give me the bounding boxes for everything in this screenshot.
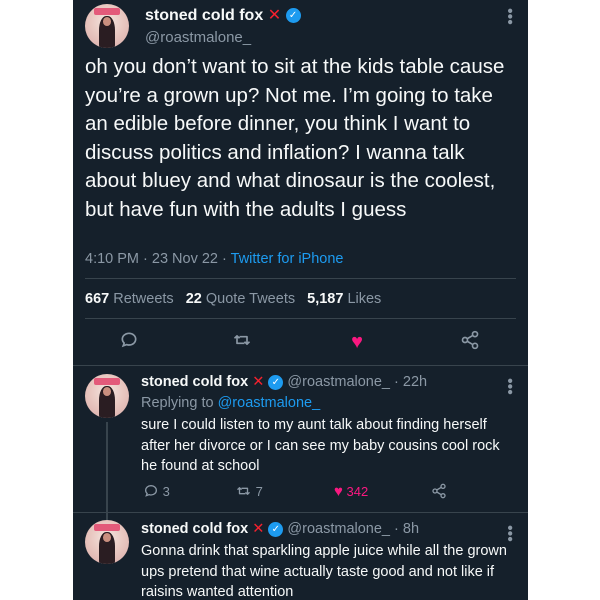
- reply-button[interactable]: 3: [143, 483, 170, 499]
- share-icon[interactable]: [458, 330, 482, 354]
- like-count: 342: [346, 484, 369, 499]
- x-mark-icon: ✕: [252, 374, 265, 390]
- verified-badge-icon: ✓: [268, 374, 284, 390]
- tweet-timestamp: 4:10 PM · 23 Nov 22 · Twitter for iPhone: [85, 251, 344, 267]
- retweet-icon[interactable]: [230, 330, 254, 354]
- more-options-icon[interactable]: •••: [501, 525, 518, 542]
- likes-stat[interactable]: 5,187 Likes: [307, 291, 381, 307]
- like-button[interactable]: ♥ 342: [334, 483, 368, 500]
- x-mark-icon: ✕: [267, 7, 282, 24]
- avatar[interactable]: [85, 374, 129, 418]
- tweet-source-link[interactable]: Twitter for iPhone: [231, 251, 344, 267]
- like-icon[interactable]: ♥: [345, 330, 369, 354]
- divider: [73, 512, 528, 513]
- more-options-icon[interactable]: •••: [501, 8, 518, 25]
- retweets-stat[interactable]: 667 Retweets: [85, 291, 174, 307]
- author-handle[interactable]: @roastmalone_: [145, 29, 251, 46]
- more-options-icon[interactable]: •••: [501, 378, 518, 395]
- retweet-count: 7: [255, 484, 263, 499]
- reply-actions: 3 7 ♥ 342: [141, 483, 521, 501]
- reply-age[interactable]: 8h: [403, 521, 419, 537]
- display-name[interactable]: stoned cold fox: [141, 521, 248, 537]
- author-handle[interactable]: @roastmalone_: [287, 521, 390, 537]
- divider: [85, 278, 516, 279]
- share-icon[interactable]: [431, 483, 447, 499]
- tweet-text: oh you don’t want to sit at the kids tab…: [85, 55, 505, 221]
- reply-text: sure I could listen to my aunt talk abou…: [141, 417, 500, 474]
- reply-header: stoned cold fox ✕ ✓ @roastmalone_ · 22h: [141, 374, 428, 390]
- x-mark-icon: ✕: [252, 521, 265, 537]
- verified-badge-icon: ✓: [285, 8, 301, 24]
- twitter-thread-screen: stoned cold fox ✕ ✓ @roastmalone_ ••• oh…: [73, 0, 528, 600]
- avatar[interactable]: [85, 4, 129, 48]
- verified-badge-icon: ✓: [268, 521, 284, 537]
- avatar[interactable]: [85, 520, 129, 564]
- reply-icon[interactable]: [117, 330, 141, 354]
- reply-age[interactable]: 22h: [403, 374, 427, 390]
- retweet-button[interactable]: 7: [235, 483, 263, 499]
- display-name[interactable]: stoned cold fox: [145, 7, 263, 24]
- quote-tweets-stat[interactable]: 22 Quote Tweets: [186, 291, 295, 307]
- display-name[interactable]: stoned cold fox: [141, 374, 248, 390]
- replying-to-link[interactable]: @roastmalone_: [218, 395, 321, 411]
- author-name[interactable]: stoned cold fox ✕ ✓: [145, 5, 301, 25]
- reply-text: Gonna drink that sparkling apple juice w…: [141, 543, 507, 600]
- tweet-stats: 667 Retweets 22 Quote Tweets 5,187 Likes: [85, 291, 381, 307]
- heart-icon: ♥: [334, 483, 343, 500]
- thread-line: [106, 422, 108, 520]
- tweet-time[interactable]: 4:10 PM: [85, 251, 139, 267]
- divider: [85, 318, 516, 319]
- author-handle[interactable]: @roastmalone_: [287, 374, 390, 390]
- divider: [73, 365, 528, 366]
- reply-header: stoned cold fox ✕ ✓ @roastmalone_ · 8h: [141, 521, 420, 537]
- replying-to: Replying to @roastmalone_: [141, 395, 321, 411]
- reply-count: 3: [162, 484, 170, 499]
- tweet-date[interactable]: 23 Nov 22: [152, 251, 218, 267]
- tweet-actions: ♥: [73, 330, 528, 354]
